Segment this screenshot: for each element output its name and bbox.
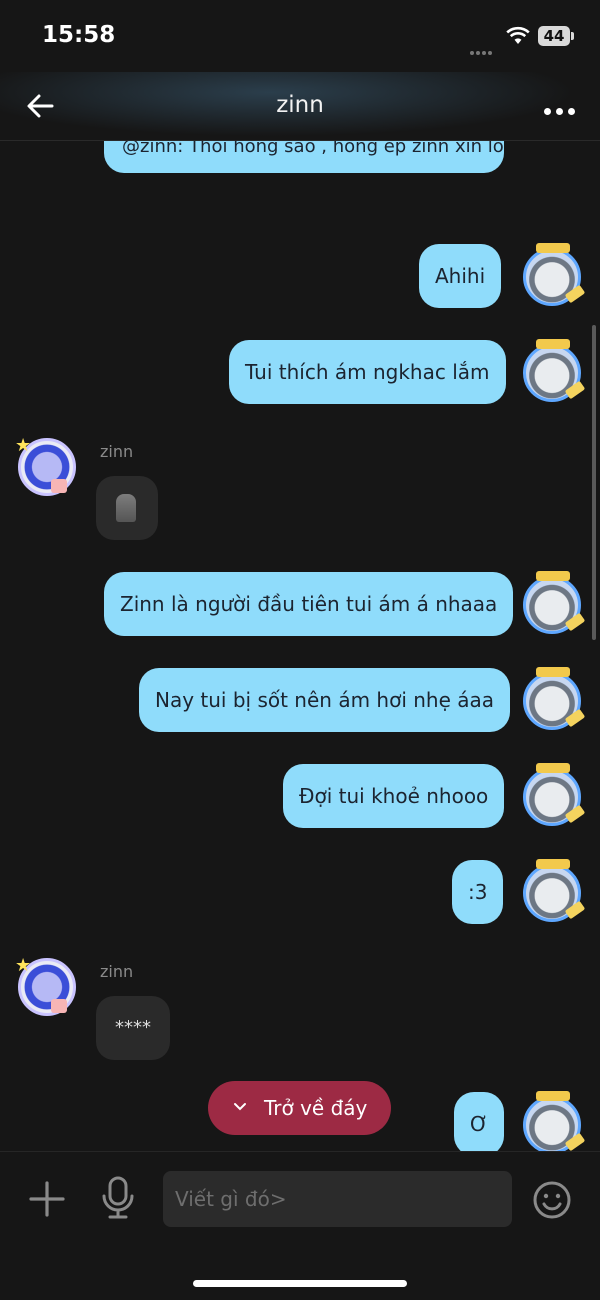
avatar-zinn[interactable]	[15, 435, 76, 496]
composer	[0, 1151, 600, 1300]
message-outgoing[interactable]: Zinn là người đầu tiên tui ám á nhaaa	[104, 572, 514, 636]
home-indicator	[193, 1280, 407, 1287]
message-input[interactable]	[163, 1171, 512, 1227]
smiley-icon[interactable]	[532, 1180, 572, 1220]
avatar-me[interactable]	[523, 859, 581, 922]
chevron-down-icon	[234, 1103, 246, 1111]
avatar-zinn[interactable]	[15, 955, 76, 1016]
back-to-bottom-button[interactable]: Trở về đáy	[208, 1081, 391, 1135]
sender-name: zinn	[100, 442, 134, 461]
message-incoming[interactable]: ****	[96, 996, 170, 1060]
message-outgoing[interactable]: Tui thích ám ngkhac lắm	[229, 340, 506, 404]
plus-icon[interactable]	[28, 1180, 66, 1218]
avatar-me[interactable]	[523, 243, 581, 306]
message-list[interactable]: @zinn: Thôi hông sao , hông ép zinn xin …	[0, 141, 600, 1151]
message-outgoing[interactable]: :3	[452, 860, 504, 924]
avatar-me[interactable]	[523, 763, 581, 826]
microphone-icon[interactable]	[100, 1176, 136, 1220]
status-bar: 15:58 44	[0, 0, 600, 72]
message-outgoing[interactable]: Ahihi	[419, 244, 502, 308]
moai-emoji	[116, 494, 136, 522]
message-outgoing[interactable]: Đợi tui khoẻ nhooo	[283, 764, 505, 828]
message-outgoing[interactable]: Ơ	[454, 1092, 505, 1151]
avatar-me[interactable]	[523, 339, 581, 402]
message-incoming-sticker[interactable]	[96, 476, 158, 540]
reply-preview[interactable]: @zinn: Thôi hông sao , hông ép zinn xin …	[104, 141, 504, 173]
scrollbar[interactable]	[592, 325, 596, 640]
more-dots-icon[interactable]	[544, 100, 584, 115]
clock: 15:58	[42, 22, 116, 48]
sender-name: zinn	[100, 962, 134, 981]
avatar-me[interactable]	[523, 571, 581, 634]
avatar-me[interactable]	[523, 1091, 581, 1151]
chat-header: zinn	[0, 72, 600, 141]
back-to-bottom-label: Trở về đáy	[264, 1096, 368, 1120]
chat-title: zinn	[276, 92, 324, 118]
message-outgoing[interactable]: Nay tui bị sốt nên ám hơi nhẹ áaa	[139, 668, 511, 732]
avatar-me[interactable]	[523, 667, 581, 730]
battery-indicator: 44	[538, 26, 574, 46]
wifi-icon	[506, 26, 530, 44]
signal-icon	[470, 40, 498, 55]
